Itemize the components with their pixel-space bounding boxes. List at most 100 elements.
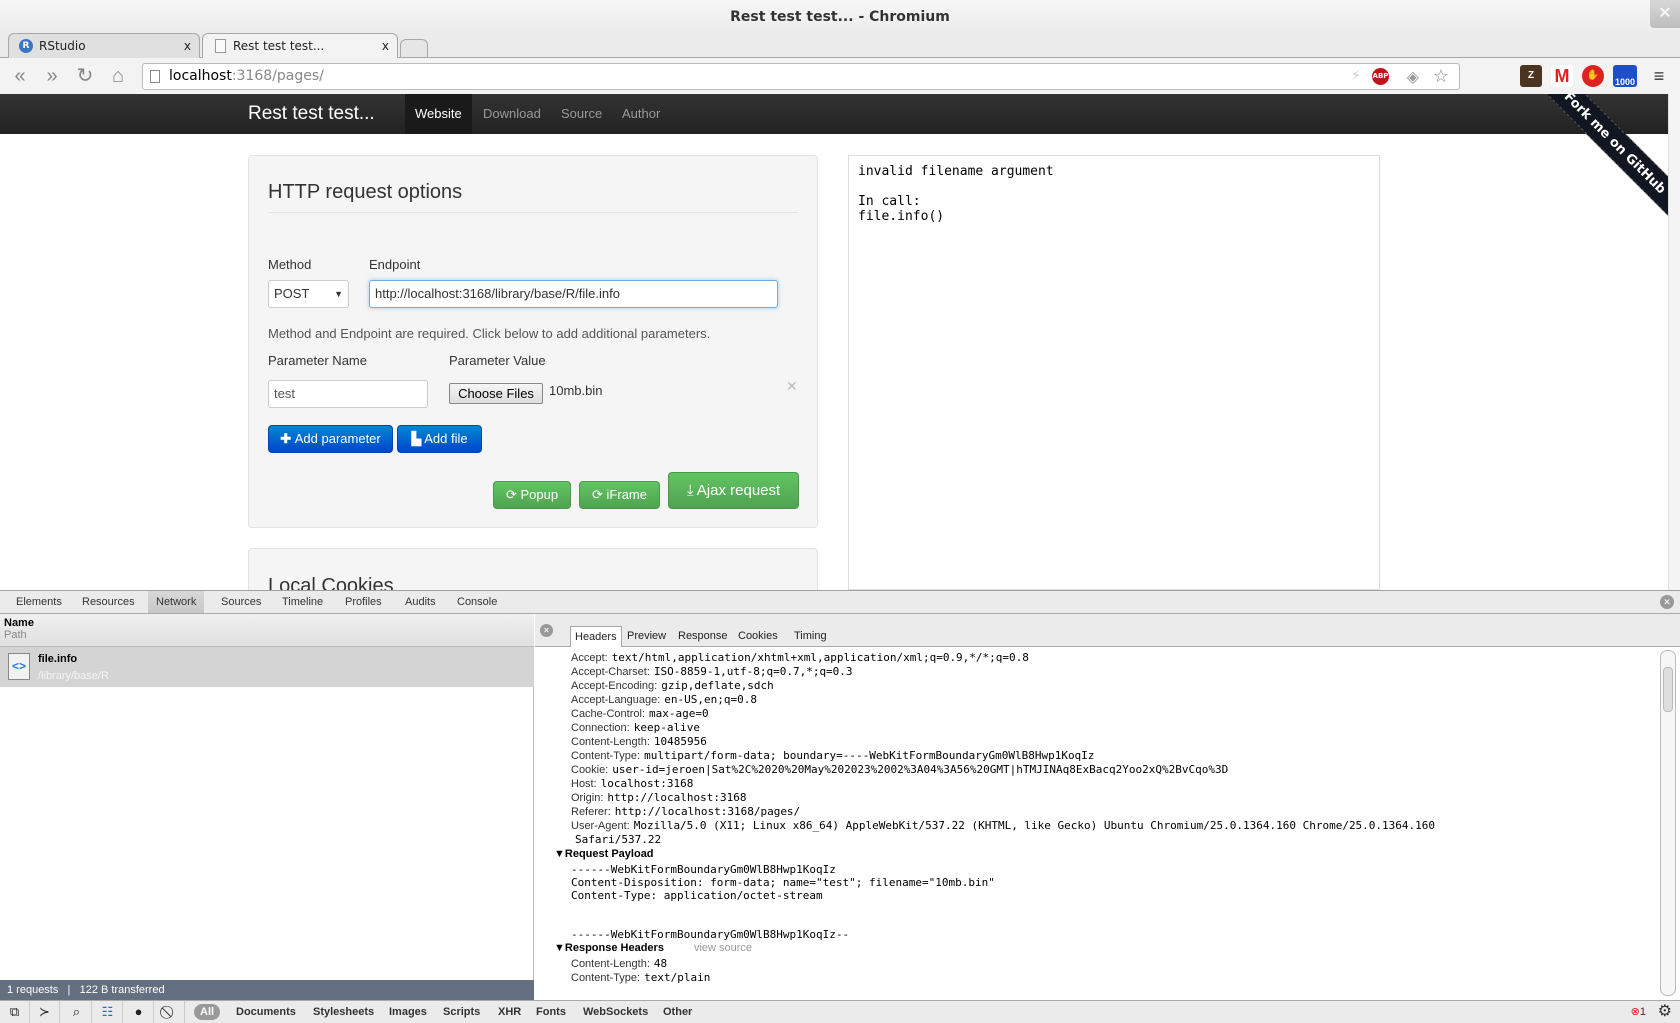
response-headers-section[interactable]: ▼Response Headers view source (554, 942, 752, 954)
tab-sources[interactable]: Sources (213, 591, 269, 613)
header-value: multipart/form-data; boundary=----WebKit… (644, 749, 1095, 762)
console-drawer-icon[interactable]: ≻ (30, 1001, 60, 1023)
network-request-list: Name Path <> file.info /library/base/R 1… (0, 614, 534, 1000)
file-icon: ▙ (411, 431, 425, 446)
window-close-button[interactable]: ✕ (1650, 0, 1680, 28)
filter-other[interactable]: Other (663, 1001, 692, 1023)
subtab-preview[interactable]: Preview (623, 626, 670, 647)
zotero-icon[interactable]: Z (1520, 65, 1542, 87)
popup-button[interactable]: ⟳ Popup (493, 481, 571, 509)
page-scrollbar[interactable] (1668, 94, 1680, 590)
home-icon[interactable]: ⌂ (106, 64, 130, 88)
tab-rstudio[interactable]: R RStudio x (8, 33, 200, 58)
page-icon (150, 70, 160, 83)
header-value: 48 (653, 957, 668, 970)
tab-close-icon[interactable]: x (184, 34, 191, 58)
request-header-line: Accept-Charset: ISO-8859-1,utf-8;q=0.7,*;… (571, 665, 853, 678)
tab-elements[interactable]: Elements (8, 591, 70, 613)
request-header-line: Referer: http://localhost:3168/pages/ (571, 805, 800, 818)
address-bar[interactable]: localhost:3168/pages/ ⚡ ABP ◈ ☆ (142, 63, 1460, 90)
filter-fonts[interactable]: Fonts (536, 1001, 566, 1023)
tab-profiles[interactable]: Profiles (337, 591, 390, 613)
subtab-response[interactable]: Response (674, 626, 732, 647)
settings-gear-icon[interactable]: ⚙ (1658, 1001, 1672, 1023)
response-header-line: Content-Type: text/plain (571, 971, 710, 984)
request-header-line: Connection: keep-alive (571, 721, 700, 734)
tab-timeline[interactable]: Timeline (274, 591, 331, 613)
subtab-headers[interactable]: Headers (570, 626, 622, 647)
filter-websockets[interactable]: WebSockets (583, 1001, 648, 1023)
site-brand[interactable]: Rest test test... (248, 94, 375, 134)
gmail-icon[interactable]: M (1551, 65, 1573, 87)
header-key: Accept-Language: (571, 694, 661, 706)
tab-console[interactable]: Console (449, 591, 505, 613)
add-file-button[interactable]: ▙ Add file (397, 425, 482, 453)
record-icon[interactable]: ● (124, 1001, 154, 1023)
diamond-icon[interactable]: ◈ (1407, 64, 1419, 89)
extension-counter-icon[interactable]: 1000 (1613, 65, 1637, 87)
add-parameter-button[interactable]: ✚ Add parameter (268, 425, 393, 453)
filter-documents[interactable]: Documents (236, 1001, 296, 1023)
column-header[interactable]: Name Path (0, 614, 534, 647)
stop-hand-icon[interactable]: ✋ (1582, 65, 1604, 87)
payload-line: ------WebKitFormBoundaryGm0WlB8Hwp1KoqIz (571, 863, 836, 876)
subtab-cookies[interactable]: Cookies (734, 626, 782, 647)
header-key: User-Agent: (571, 820, 630, 832)
tab-close-icon[interactable]: x (382, 34, 389, 58)
scrollbar-thumb[interactable] (1663, 667, 1673, 712)
panel-title: HTTP request options (268, 181, 463, 203)
nav-source[interactable]: Source (551, 94, 612, 134)
request-payload-section[interactable]: ▼Request Payload (554, 848, 654, 860)
error-counter[interactable]: ⊗1 (1631, 1005, 1646, 1018)
forward-icon[interactable]: » (40, 64, 64, 88)
request-count: 1 requests (7, 984, 59, 996)
remove-param-icon[interactable]: ✕ (786, 378, 798, 395)
tab-network[interactable]: Network (148, 591, 205, 613)
filter-xhr[interactable]: XHR (498, 1001, 521, 1023)
view-source-link[interactable]: view source (694, 942, 752, 954)
section-title: Request Payload (564, 848, 654, 860)
subtab-timing[interactable]: Timing (790, 626, 831, 647)
request-row[interactable]: <> file.info /library/base/R (0, 647, 534, 687)
dock-icon[interactable]: ⧉ (0, 1001, 30, 1023)
close-devtools-icon[interactable]: ✕ (1660, 595, 1674, 609)
local-cookies-panel: Local Cookies (248, 548, 818, 590)
reload-icon[interactable]: ↻ (73, 64, 97, 88)
request-header-line: Accept-Encoding: gzip,deflate,sdch (571, 679, 774, 692)
nav-author[interactable]: Author (612, 94, 670, 134)
bookmark-star-icon[interactable]: ☆ (1433, 64, 1449, 89)
nav-website[interactable]: Website (405, 94, 472, 134)
ajax-request-button[interactable]: ⤓ Ajax request (668, 472, 799, 509)
header-value: localhost:3168 (600, 777, 694, 790)
download-icon: ⤓ (686, 482, 697, 499)
back-icon[interactable]: « (8, 64, 32, 88)
filter-scripts[interactable]: Scripts (443, 1001, 480, 1023)
list-view-icon[interactable]: ☷ (93, 1001, 123, 1023)
page-icon (215, 39, 226, 53)
filter-stylesheets[interactable]: Stylesheets (313, 1001, 374, 1023)
lightning-icon[interactable]: ⚡ (1351, 64, 1361, 89)
choose-files-button[interactable]: Choose Files (449, 383, 543, 404)
button-label: Ajax request (696, 482, 781, 499)
request-header-line: Cache-Control: max-age=0 (571, 707, 709, 720)
tab-resources[interactable]: Resources (74, 591, 143, 613)
menu-icon[interactable]: ≡ (1648, 65, 1670, 87)
divider (268, 212, 798, 213)
new-tab-button[interactable] (400, 39, 428, 57)
details-scrollbar[interactable] (1660, 650, 1676, 996)
adblock-icon[interactable]: ABP (1372, 68, 1389, 85)
filter-all[interactable]: All (194, 1004, 221, 1020)
tab-audits[interactable]: Audits (397, 591, 444, 613)
iframe-button[interactable]: ⟳ iFrame (579, 481, 660, 509)
search-icon[interactable]: ⌕ (62, 1001, 92, 1023)
payload-line: Content-Type: application/octet-stream (571, 889, 823, 902)
tab-rest-test[interactable]: Rest test test... x (202, 33, 398, 58)
filter-images[interactable]: Images (389, 1001, 427, 1023)
header-value: max-age=0 (648, 707, 709, 720)
param-name-input[interactable]: test (268, 380, 428, 408)
close-details-icon[interactable]: ✕ (540, 624, 553, 637)
method-select[interactable]: POST ▼ (268, 280, 349, 308)
endpoint-input[interactable]: http://localhost:3168/library/base/R/fil… (369, 280, 778, 308)
nav-download[interactable]: Download (473, 94, 551, 134)
clear-icon[interactable]: ⃠ (155, 1001, 185, 1023)
